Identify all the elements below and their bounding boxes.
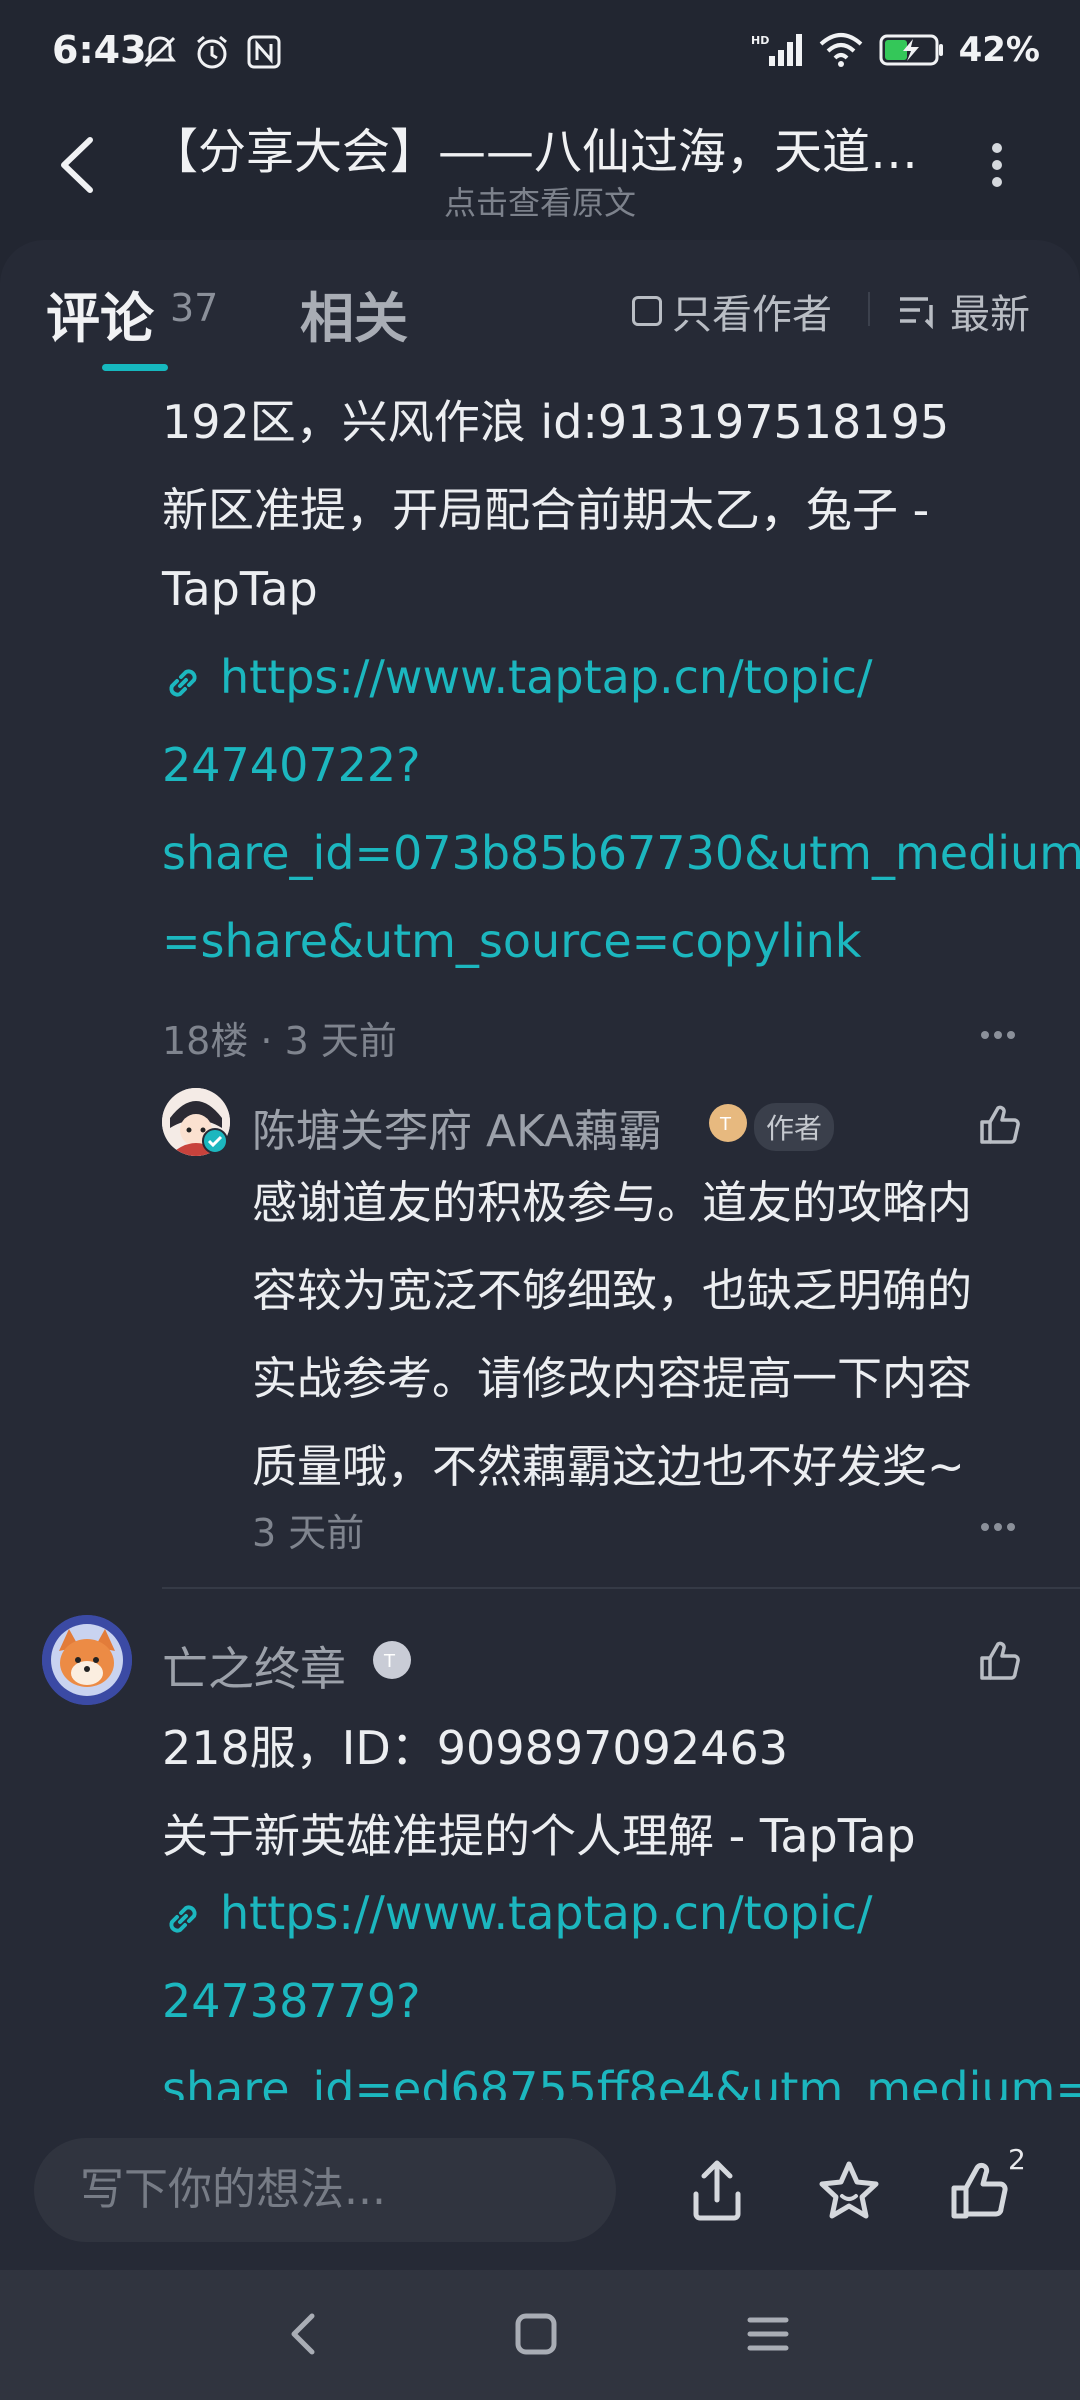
verified-icon: [202, 1128, 228, 1154]
battery-percent: 42%: [958, 30, 1040, 70]
sort-button[interactable]: 最新: [898, 282, 1030, 340]
reply-text-line: 质量哦，不然藕霸这边也不好发奖~: [252, 1440, 965, 1493]
more-horizontal-icon[interactable]: [980, 1522, 1016, 1532]
author-only-label: 只看作者: [672, 292, 832, 338]
reply-text-line: 感谢道友的积极参与。道友的攻略内: [252, 1176, 973, 1229]
comment-link[interactable]: =share&utm_source=copylink: [162, 914, 861, 968]
more-vertical-icon[interactable]: [985, 140, 1009, 190]
tab-comments[interactable]: 评论: [46, 274, 154, 353]
mute-icon: [144, 36, 176, 68]
comment-link[interactable]: share_id=073b85b67730&utm_medium: [162, 826, 1080, 880]
hd-signal-icon: HD: [751, 34, 802, 66]
nav-home-icon[interactable]: [506, 2304, 566, 2364]
comment-text-line: TapTap: [162, 562, 318, 616]
comment-text-line: 192区，兴风作浪 id:913197518195: [162, 395, 950, 449]
author-badge: 作者: [754, 1103, 835, 1151]
status-left-icons: [140, 32, 284, 72]
like-icon[interactable]: [976, 1100, 1024, 1148]
alarm-icon: [197, 35, 227, 69]
comment-divider: [162, 1587, 1080, 1589]
like-icon[interactable]: [976, 1636, 1024, 1684]
more-horizontal-icon[interactable]: [980, 1030, 1016, 1040]
reply-text-line: 容较为宽泛不够细致，也缺乏明确的: [252, 1264, 973, 1317]
comment-text-line: 新区准提，开局配合前期太乙，兔子 -: [162, 483, 930, 537]
author-only-filter[interactable]: 只看作者: [632, 282, 832, 340]
link-icon: [169, 1905, 197, 1933]
tabs-divider: [868, 292, 870, 326]
avatar[interactable]: [42, 1615, 132, 1705]
status-right-icons: HD 42%: [751, 30, 1040, 70]
comment-link[interactable]: https://www.taptap.cn/topic/: [220, 650, 873, 704]
comments-count: 37: [170, 286, 219, 330]
page-title[interactable]: 【分享大会】——八仙过海，天道…: [150, 112, 930, 182]
checkbox-icon[interactable]: [632, 296, 662, 326]
comment-floor-time: 18楼 · 3 天前: [162, 1019, 397, 1063]
level-badge-icon: T: [709, 1104, 747, 1142]
active-tab-indicator: [102, 364, 168, 371]
svg-text:HD: HD: [751, 34, 769, 47]
comment-author-name[interactable]: 亡之终章: [162, 1633, 346, 1699]
svg-text:T: T: [719, 1114, 732, 1135]
comment-text-line: 218服，ID：909897092463: [162, 1721, 788, 1775]
reply-text-line: 实战参考。请修改内容提高一下内容: [252, 1352, 973, 1405]
like-icon[interactable]: [946, 2156, 1016, 2226]
nfc-icon: [247, 35, 281, 69]
link-icon: [169, 669, 197, 697]
level-badge-icon: T: [373, 1641, 411, 1679]
view-original-link[interactable]: 点击查看原文: [0, 178, 1080, 224]
wifi-icon: [819, 33, 862, 67]
user-avatar-image: [42, 1615, 132, 1705]
reply-time: 3 天前: [252, 1511, 365, 1555]
svg-text:T: T: [383, 1651, 396, 1672]
reply-author-name[interactable]: 陈塘关李府 AKA藕霸: [252, 1095, 662, 1159]
sort-icon: [900, 297, 933, 329]
nav-menu-icon[interactable]: [738, 2304, 798, 2364]
status-time: 6:43: [52, 28, 147, 72]
comment-input[interactable]: 写下你的想法...: [34, 2138, 616, 2242]
comment-text-line: 关于新英雄准提的个人理解 - TapTap: [162, 1809, 916, 1863]
tab-related[interactable]: 相关: [300, 274, 408, 353]
like-count: 2: [1008, 2143, 1026, 2176]
comment-link[interactable]: 24738779?: [162, 1974, 421, 2028]
nav-back-icon[interactable]: [274, 2304, 334, 2364]
favorite-star-icon[interactable]: [814, 2156, 884, 2226]
battery-charging-icon: [879, 34, 943, 66]
comment-link[interactable]: https://www.taptap.cn/topic/: [220, 1886, 873, 1940]
share-icon[interactable]: [682, 2156, 752, 2226]
comment-link[interactable]: 24740722?: [162, 738, 421, 792]
sort-label: 最新: [950, 292, 1030, 338]
